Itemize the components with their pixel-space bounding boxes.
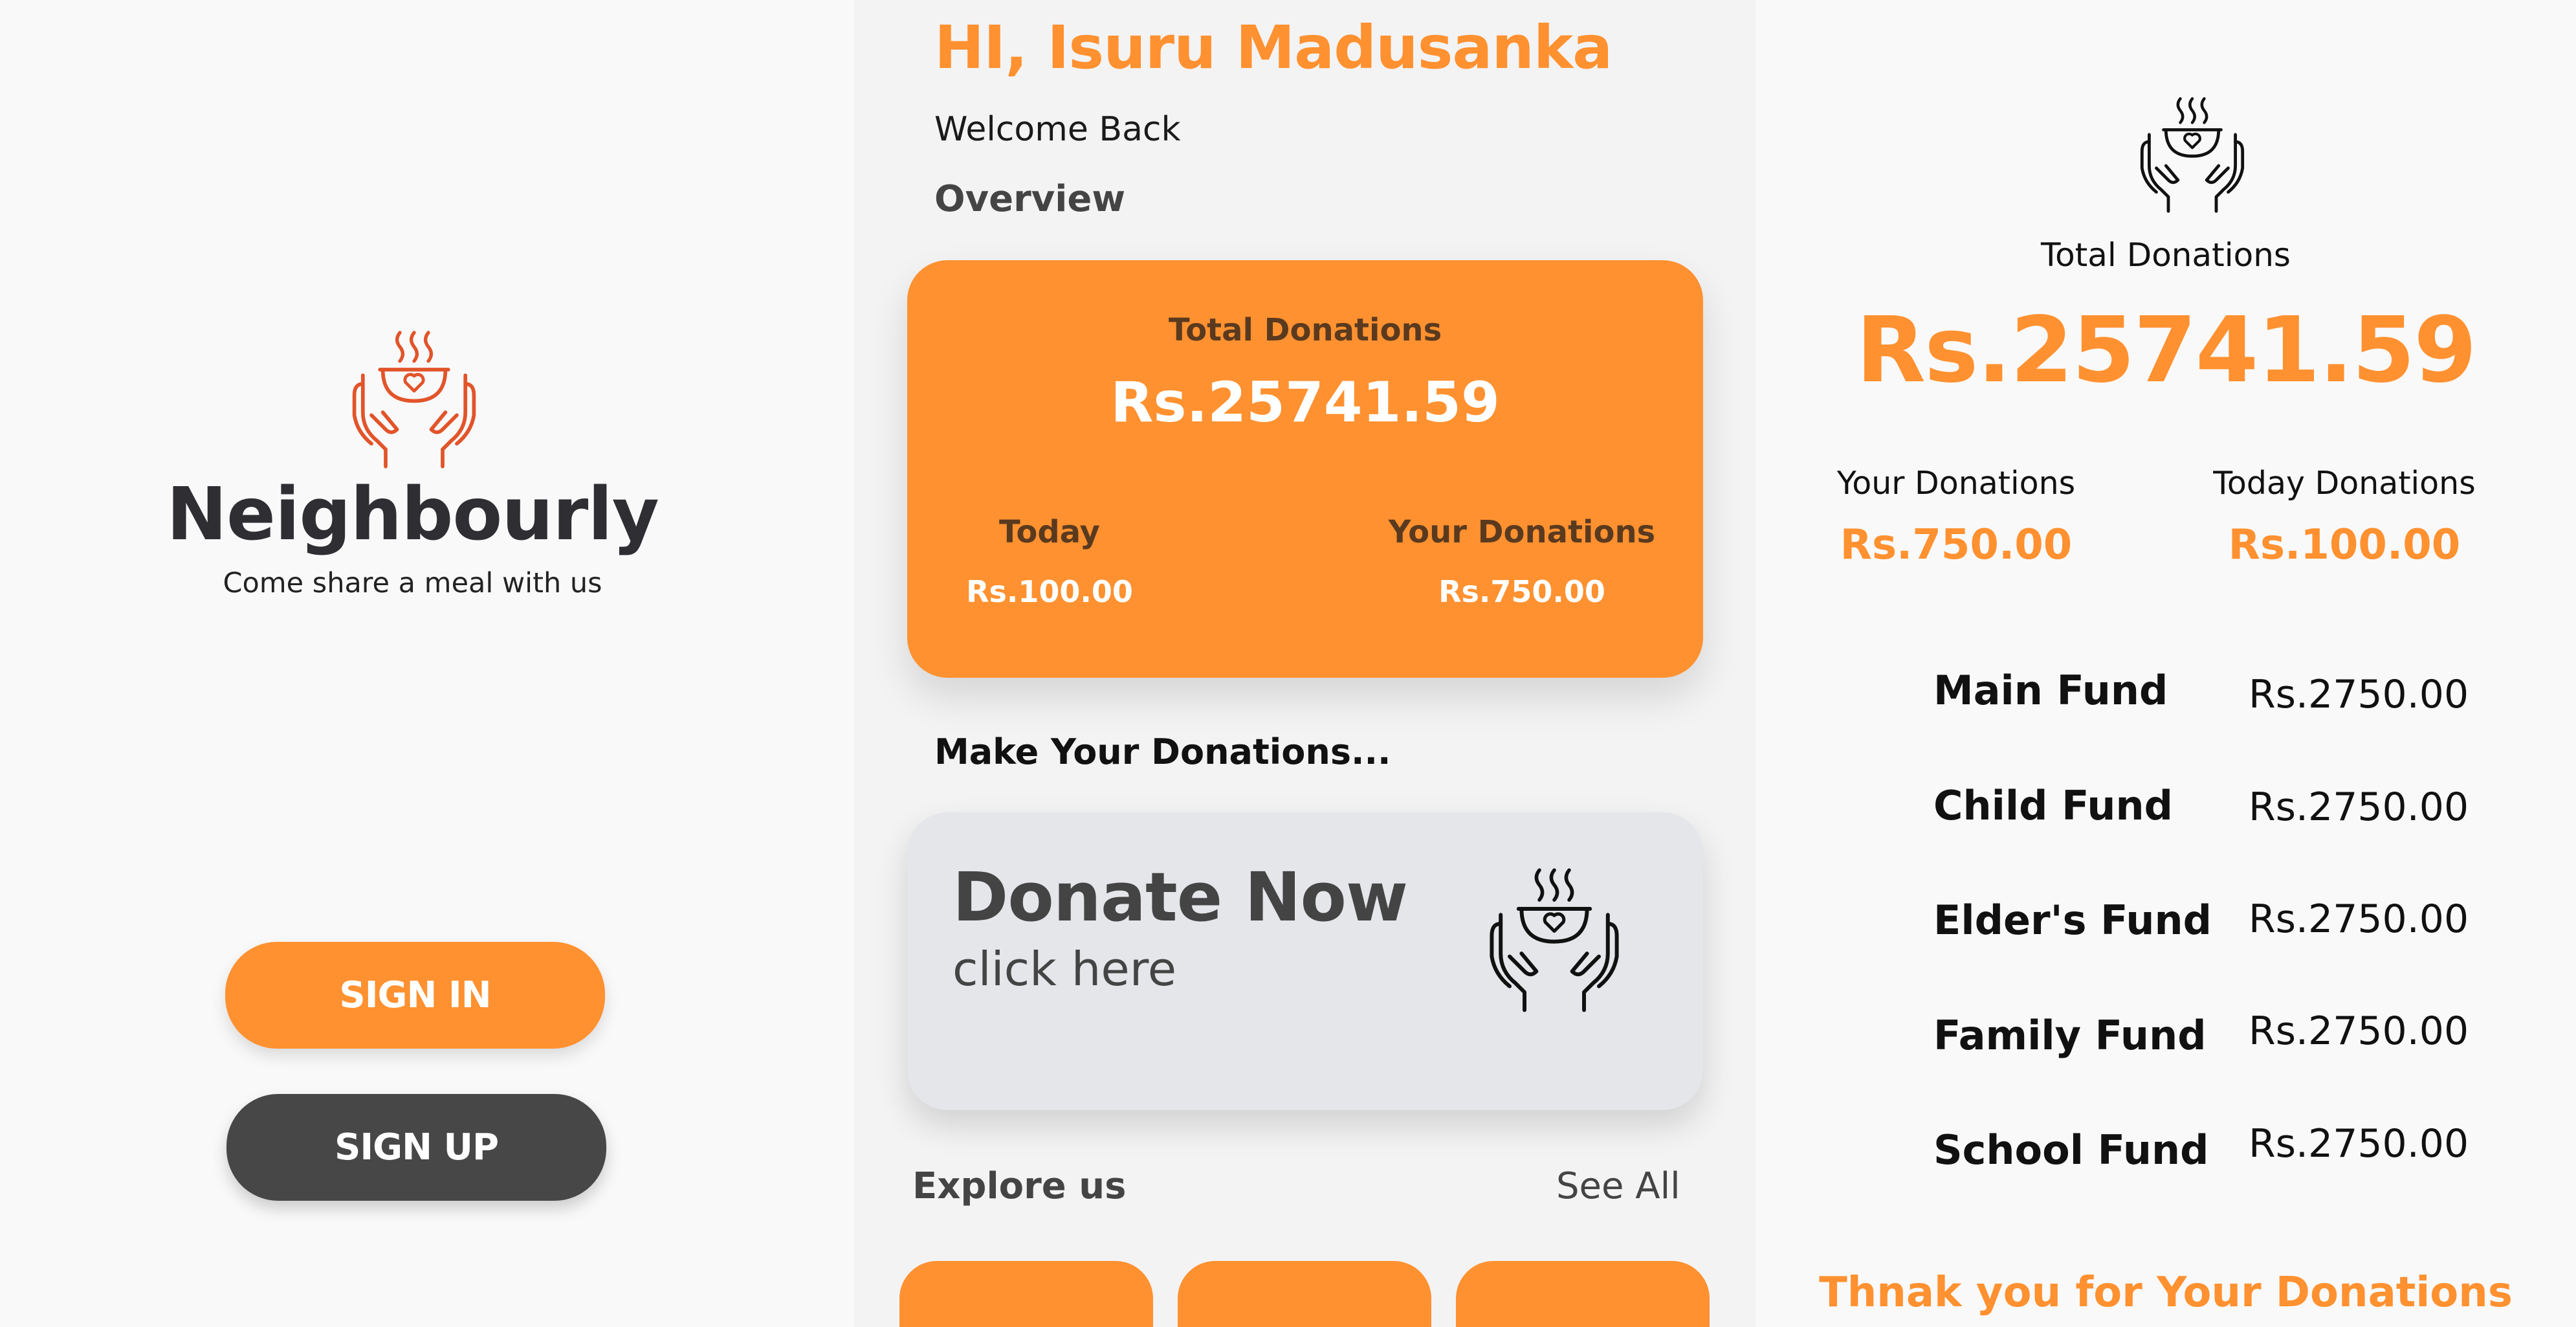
total-donations-value: Rs.25741.59 (1856, 298, 2476, 403)
total-donations-label: Total Donations (1168, 312, 1442, 348)
app-tagline: Come share a meal with us (223, 567, 602, 599)
explore-tile[interactable] (1178, 1261, 1431, 1327)
fund-amount: Rs.2750.00 (2249, 897, 2469, 942)
fund-name: Main Fund (1933, 667, 2168, 714)
fund-amount: Rs.2750.00 (2249, 672, 2469, 717)
landing-screen: Neighbourly Come share a meal with us SI… (0, 0, 854, 1327)
fund-amount: Rs.2750.00 (2249, 1121, 2469, 1166)
overview-heading: Overview (934, 178, 1126, 220)
donation-details-screen: Total Donations Rs.25741.59 Your Donatio… (1756, 0, 2576, 1327)
thank-you-message: Thnak you for Your Donations (1819, 1269, 2513, 1317)
bowl-heart-hands-icon (1477, 864, 1632, 1013)
greeting-title: HI, Isuru Madusanka (934, 13, 1613, 82)
bowl-heart-hands-icon (340, 327, 489, 469)
home-screen: HI, Isuru Madusanka Welcome Back Overvie… (854, 0, 1756, 1327)
your-donations-value: Rs.750.00 (1438, 574, 1605, 609)
explore-heading: Explore us (912, 1165, 1127, 1207)
overview-card: Total Donations Rs.25741.59 Today Rs.100… (907, 260, 1703, 678)
total-donations-value: Rs.25741.59 (1110, 370, 1500, 435)
donate-now-title: Donate Now (952, 858, 1408, 937)
donate-click-here: click here (952, 942, 1177, 996)
donate-now-card[interactable]: Donate Now click here (907, 812, 1703, 1110)
make-donations-heading: Make Your Donations... (934, 731, 1391, 772)
today-label: Today (999, 514, 1100, 550)
fund-amount: Rs.2750.00 (2249, 785, 2469, 830)
explore-tile[interactable] (1456, 1261, 1710, 1327)
fund-name: Child Fund (1933, 782, 2174, 829)
welcome-text: Welcome Back (934, 110, 1181, 149)
your-donations-label: Your Donations (1388, 514, 1656, 550)
your-donations-value: Rs.750.00 (1840, 521, 2073, 569)
bowl-heart-hands-icon (2131, 94, 2254, 214)
today-donations-label: Today Donations (2213, 465, 2476, 502)
fund-name: Elder's Fund (1933, 897, 2212, 944)
your-donations-label: Your Donations (1836, 465, 2076, 502)
sign-in-button[interactable]: SIGN IN (225, 942, 605, 1049)
see-all-link[interactable]: See All (1556, 1165, 1680, 1207)
fund-amount: Rs.2750.00 (2249, 1009, 2469, 1054)
sign-up-button[interactable]: SIGN UP (226, 1094, 606, 1201)
fund-name: Family Fund (1933, 1012, 2207, 1059)
explore-tile[interactable] (899, 1261, 1153, 1327)
app-name: Neighbourly (166, 473, 659, 557)
today-value: Rs.100.00 (966, 574, 1133, 609)
today-donations-value: Rs.100.00 (2228, 521, 2461, 569)
total-donations-label: Total Donations (2041, 236, 2291, 274)
fund-name: School Fund (1933, 1126, 2209, 1174)
